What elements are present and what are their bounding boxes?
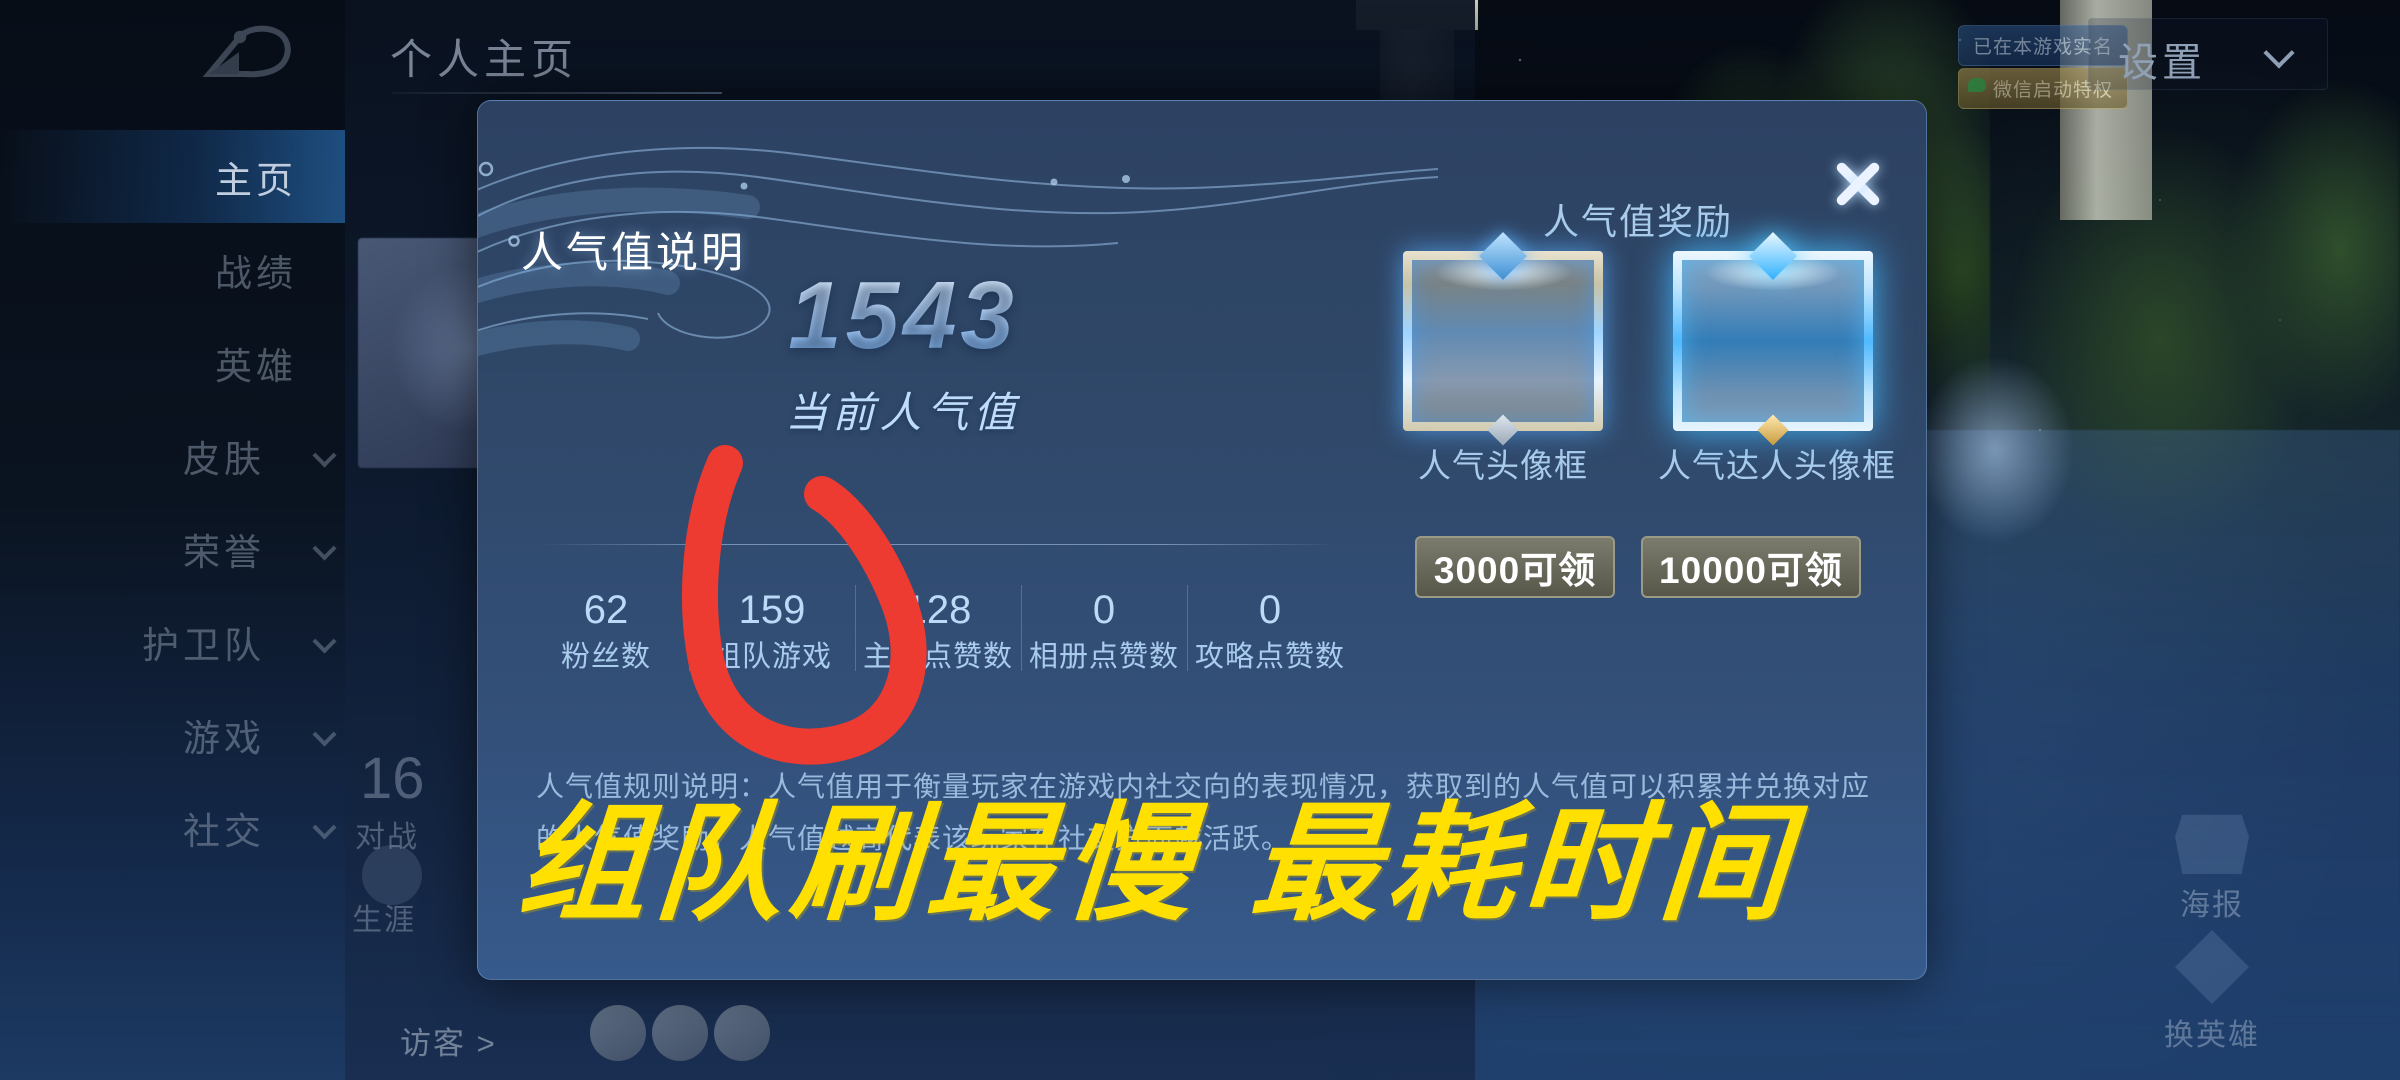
popularity-stat: 0 相册点赞数 [1021, 579, 1187, 679]
stat-label: 粉丝数 [560, 641, 651, 673]
sidebar-item-label: 战绩 [215, 252, 297, 294]
profile-career-label: 生涯 [352, 904, 416, 937]
page-title: 个人主页 [390, 36, 579, 83]
avatar[interactable] [590, 1005, 646, 1061]
profile-stat-number: 16 [360, 746, 425, 811]
swap-hero-button-label: 换英雄 [2164, 1019, 2260, 1052]
sidebar-item-label: 主页 [215, 159, 297, 201]
settings-label: 设置 [2118, 41, 2206, 85]
popularity-value: 1543 [478, 261, 1328, 371]
stat-number: 128 [904, 588, 972, 632]
stat-number: 0 [1258, 588, 1282, 632]
visitor-avatar-list[interactable] [590, 1005, 770, 1061]
stat-number: 0 [1092, 588, 1116, 632]
sidebar-item-label: 荣誉 [183, 531, 265, 573]
sidebar-item-label: 游戏 [183, 717, 265, 759]
reward-claim-buttons: 3000可领 10000可领 [1358, 536, 1918, 598]
screen: 个人主页 已在本游戏实名 微信启动特权 设置 主页 战绩 英雄 皮肤 荣誉 护卫队 游戏 社交… [0, 0, 2400, 1080]
stat-label: 攻略点赞数 [1194, 641, 1345, 673]
sidebar-item-label: 护卫队 [142, 624, 265, 666]
stat-number: 159 [738, 588, 806, 632]
annotation-text: 组队刷最慢 最耗时间 [513, 789, 1802, 939]
popularity-stat: 0 攻略点赞数 [1187, 579, 1353, 679]
swap-hero-button[interactable]: 换英雄 [2152, 930, 2272, 1054]
poster-icon [2175, 814, 2249, 874]
popularity-stats-row: 62 粉丝数 159 组队游戏 128 主页点赞数 0 相册点赞数 0 攻略点赞数 [523, 579, 1353, 679]
sidebar-item-2[interactable]: 英雄 [0, 316, 345, 409]
sidebar-item-5[interactable]: 护卫队 [0, 595, 345, 688]
chevron-down-icon [312, 722, 337, 747]
sidebar-item-3[interactable]: 皮肤 [0, 409, 345, 502]
stat-label: 相册点赞数 [1028, 641, 1179, 673]
sidebar-item-label: 英雄 [215, 345, 297, 387]
stats-divider [538, 544, 1338, 545]
reward-name-elite: 人气达人头像框 [1658, 447, 1896, 484]
sidebar-item-label: 社交 [183, 810, 265, 852]
rewards-title: 人气值奖励 [1542, 201, 1733, 242]
popularity-stat: 159 组队游戏 [689, 579, 855, 679]
sidebar-item-0[interactable]: 主页 [0, 130, 345, 223]
avatar-frame-elite-icon [1673, 231, 1873, 446]
popularity-stat: 128 主页点赞数 [855, 579, 1021, 679]
wechat-icon [1968, 78, 1986, 92]
avatar[interactable] [652, 1005, 708, 1061]
sidebar-menu: 主页战绩英雄皮肤荣誉护卫队游戏社交 [0, 130, 345, 874]
chevron-down-icon [312, 815, 337, 840]
stat-number: 62 [583, 588, 629, 632]
avatar[interactable] [714, 1005, 770, 1061]
claim-button-elite[interactable]: 10000可领 [1641, 536, 1861, 598]
popularity-value-label: 当前人气值 [785, 389, 1021, 436]
rewards-grid: 人气头像框 人气达人头像框 [1358, 231, 1918, 487]
stat-label: 主页点赞数 [862, 641, 1013, 673]
chevron-down-icon [312, 443, 337, 468]
reward-item-elite: 人气达人头像框 [1658, 231, 1896, 487]
poster-button-label: 海报 [2180, 889, 2244, 922]
sidebar-item-label: 皮肤 [183, 438, 265, 480]
sidebar-item-7[interactable]: 社交 [0, 781, 345, 874]
reward-item-popular: 人气头像框 [1388, 231, 1618, 487]
sidebar-item-6[interactable]: 游戏 [0, 688, 345, 781]
popularity-value-block: 1543 当前人气值 [478, 261, 1328, 440]
chevron-down-icon [312, 536, 337, 561]
claim-button-popular[interactable]: 3000可领 [1415, 536, 1616, 598]
chevron-down-icon [312, 629, 337, 654]
avatar-frame-popular-icon [1403, 231, 1603, 446]
sidebar-item-1[interactable]: 战绩 [0, 223, 345, 316]
title-underline [392, 92, 722, 94]
reward-name-popular: 人气头像框 [1418, 447, 1588, 484]
sidebar-item-4[interactable]: 荣誉 [0, 502, 345, 595]
stat-label: 组队游戏 [711, 641, 832, 673]
back-arrow-icon[interactable] [195, 18, 305, 80]
poster-button[interactable]: 海报 [2152, 800, 2272, 924]
visitors-link[interactable]: 访客 > [400, 1018, 497, 1063]
popularity-stat: 62 粉丝数 [523, 579, 689, 679]
swap-hero-icon [2175, 930, 2249, 1004]
